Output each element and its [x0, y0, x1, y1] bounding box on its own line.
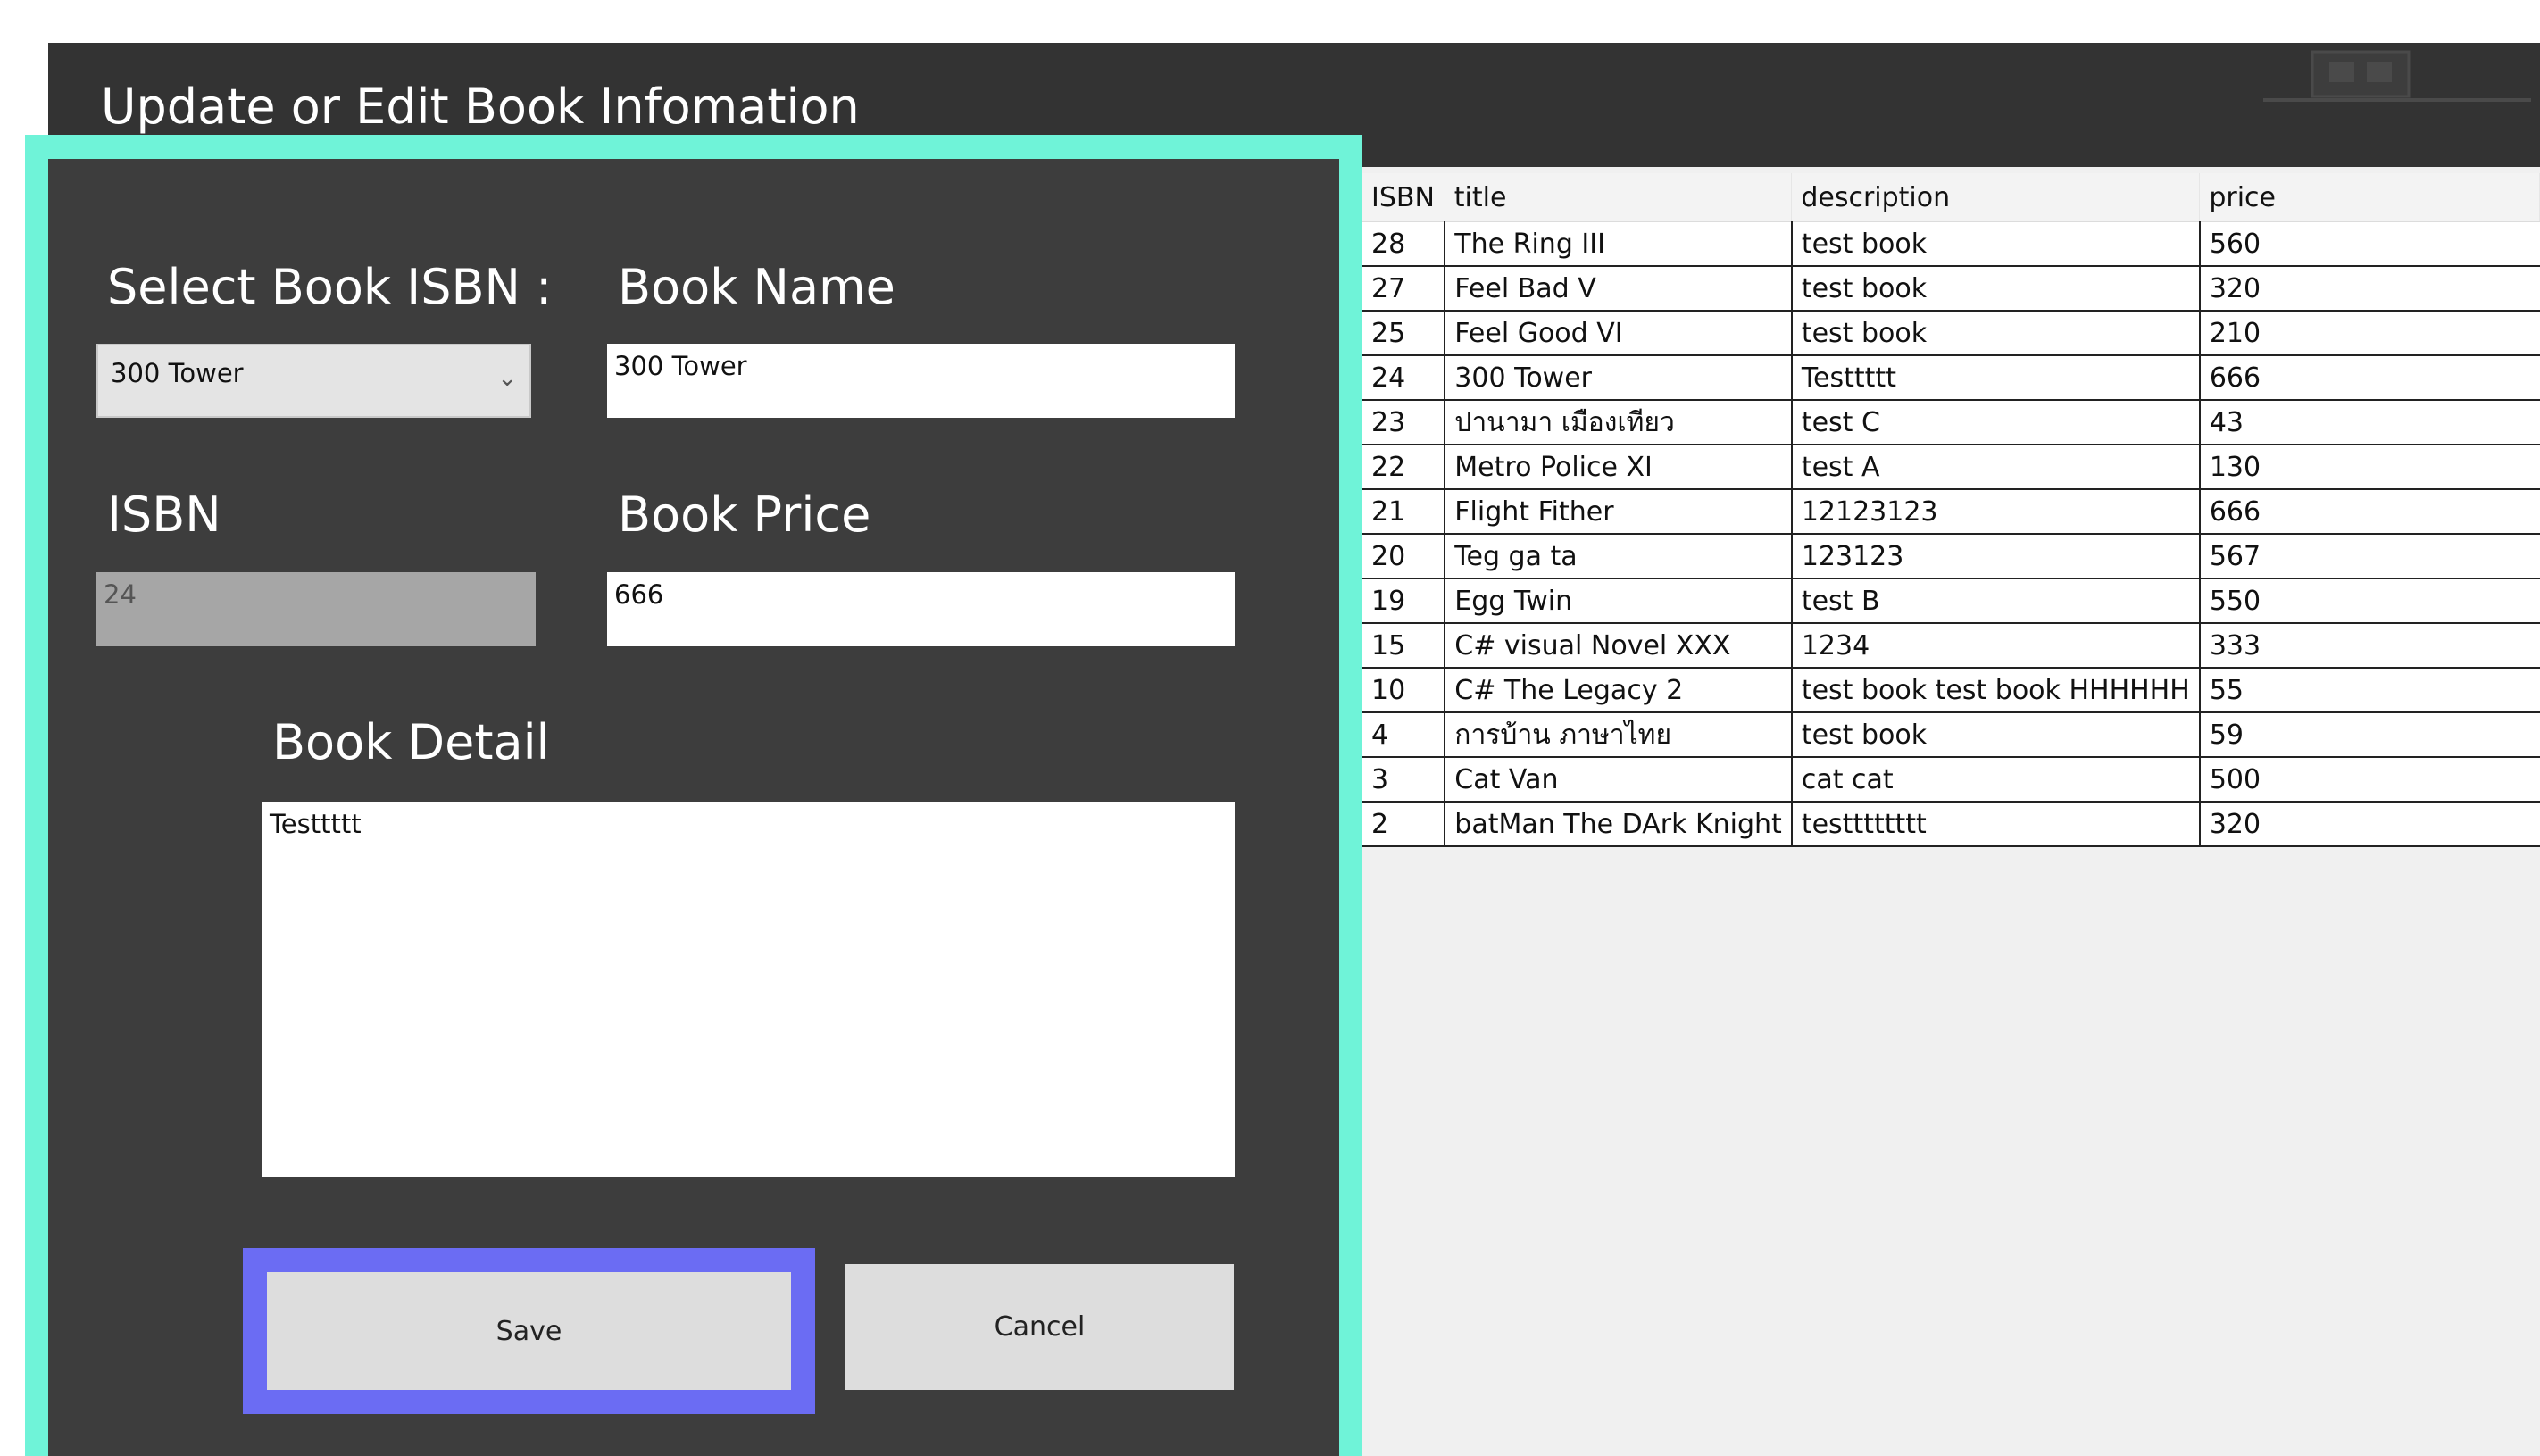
- cell-isbn[interactable]: 2: [1362, 802, 1446, 847]
- cell-description[interactable]: test C: [1791, 400, 2201, 445]
- cell-isbn[interactable]: 27: [1362, 266, 1446, 312]
- cell-title[interactable]: batMan The DArk Knight: [1445, 802, 1793, 847]
- column-header-price[interactable]: price: [2199, 173, 2540, 222]
- cell-isbn[interactable]: 28: [1362, 221, 1446, 267]
- cell-isbn[interactable]: 15: [1362, 623, 1446, 669]
- table-row[interactable]: 27 Feel Bad Vtest book 320: [1362, 266, 2540, 312]
- table-row[interactable]: 28 The Ring III test book 560: [1362, 221, 2540, 267]
- cell-isbn[interactable]: 20: [1362, 534, 1446, 579]
- cell-title[interactable]: Feel Good VI: [1445, 311, 1793, 356]
- cell-isbn[interactable]: 23: [1362, 400, 1446, 445]
- book-name-input[interactable]: 300 Tower: [607, 344, 1235, 418]
- window-title: Update or Edit Book Infomation: [101, 79, 860, 135]
- column-header-description[interactable]: description: [1791, 173, 2201, 222]
- cell-description[interactable]: Testtttt: [1791, 355, 2201, 401]
- cell-description[interactable]: test book: [1791, 311, 2201, 356]
- table-row[interactable]: 21 Flight Fither 12123123 666: [1362, 489, 2540, 535]
- cell-title[interactable]: The Ring III: [1445, 221, 1793, 267]
- cell-price[interactable]: 500: [2199, 757, 2540, 803]
- cell-title[interactable]: Feel Bad V: [1445, 266, 1793, 312]
- cell-title[interactable]: Flight Fither: [1445, 489, 1793, 535]
- cell-description[interactable]: test book test book HHHHHH: [1791, 668, 2201, 713]
- cell-price[interactable]: 59: [2199, 712, 2540, 758]
- table-row[interactable]: 3 Cat Van cat cat 500: [1362, 757, 2540, 803]
- cell-price[interactable]: 333: [2199, 623, 2540, 669]
- cell-price[interactable]: 567: [2199, 534, 2540, 579]
- cell-description[interactable]: test book: [1791, 266, 2201, 312]
- cell-description[interactable]: testttttttt: [1791, 802, 2201, 847]
- book-price-input[interactable]: 666: [607, 572, 1235, 646]
- books-table: ISBN title description price 28 The Ring …: [1362, 173, 2540, 847]
- cell-price[interactable]: 130: [2199, 445, 2540, 490]
- isbn-select[interactable]: 300 Tower ⌄: [96, 344, 531, 418]
- cell-description[interactable]: 12123123: [1791, 489, 2201, 535]
- book-detail-label: Book Detail: [272, 714, 550, 770]
- cell-description[interactable]: cat cat: [1791, 757, 2201, 803]
- cell-isbn[interactable]: 10: [1362, 668, 1446, 713]
- cell-title[interactable]: Cat Van: [1445, 757, 1793, 803]
- cell-description[interactable]: test B: [1791, 578, 2201, 624]
- book-name-label: Book Name: [618, 259, 895, 315]
- cell-isbn[interactable]: 3: [1362, 757, 1446, 803]
- cell-price[interactable]: 666: [2199, 355, 2540, 401]
- table-row[interactable]: 24 300 Tower Testtttt 666: [1362, 355, 2540, 401]
- save-button[interactable]: Save: [267, 1272, 791, 1390]
- table-row[interactable]: 20 Teg ga ta 123123 567: [1362, 534, 2540, 579]
- cell-title[interactable]: Metro Police XI: [1445, 445, 1793, 490]
- cell-description[interactable]: test book: [1791, 712, 2201, 758]
- cell-isbn[interactable]: 24: [1362, 355, 1446, 401]
- column-header-title[interactable]: title: [1445, 173, 1793, 222]
- cell-title[interactable]: การบ้าน ภาษาไทย: [1445, 712, 1793, 758]
- cell-isbn[interactable]: 4: [1362, 712, 1446, 758]
- cell-title[interactable]: Teg ga ta: [1445, 534, 1793, 579]
- isbn-label: ISBN: [107, 487, 221, 543]
- column-header-isbn[interactable]: ISBN: [1362, 173, 1445, 222]
- cell-price[interactable]: 320: [2199, 266, 2540, 312]
- isbn-select-value: 300 Tower: [111, 358, 244, 388]
- cell-description[interactable]: 1234: [1791, 623, 2201, 669]
- table-row[interactable]: 4 การบ้าน ภาษาไทย test book 59: [1362, 712, 2540, 758]
- cell-description[interactable]: test book: [1791, 221, 2201, 267]
- cell-title[interactable]: 300 Tower: [1445, 355, 1793, 401]
- table-row[interactable]: 2 batMan The DArk Knight testttttttt 320: [1362, 802, 2540, 847]
- select-isbn-label: Select Book ISBN :: [107, 259, 553, 315]
- cell-price[interactable]: 210: [2199, 311, 2540, 356]
- chevron-down-icon: ⌄: [497, 365, 517, 392]
- cell-price[interactable]: 55: [2199, 668, 2540, 713]
- cell-price[interactable]: 320: [2199, 802, 2540, 847]
- book-price-label: Book Price: [618, 487, 871, 543]
- cell-description[interactable]: 123123: [1791, 534, 2201, 579]
- cell-title[interactable]: ปานามา เมืองเทียว: [1445, 400, 1793, 445]
- table-row[interactable]: 19 Egg Twin test B 550: [1362, 578, 2540, 624]
- table-row[interactable]: 25 Feel Good VI test book 210: [1362, 311, 2540, 356]
- cell-price[interactable]: 43: [2199, 400, 2540, 445]
- cell-isbn[interactable]: 21: [1362, 489, 1446, 535]
- cell-isbn[interactable]: 19: [1362, 578, 1446, 624]
- cell-title[interactable]: C# The Legacy 2: [1445, 668, 1793, 713]
- table-header-row: ISBN title description price: [1362, 173, 2540, 222]
- cell-isbn[interactable]: 22: [1362, 445, 1446, 490]
- table-row[interactable]: 23 ปานามา เมืองเทียว test C 43: [1362, 400, 2540, 445]
- toolbar-decoration-icon: [2263, 50, 2531, 102]
- cell-title[interactable]: Egg Twin: [1445, 578, 1793, 624]
- cell-price[interactable]: 666: [2199, 489, 2540, 535]
- table-row[interactable]: 10 C# The Legacy 2 test book test book HHH…: [1362, 668, 2540, 713]
- book-detail-textarea[interactable]: Testtttt: [262, 802, 1235, 1177]
- cell-isbn[interactable]: 25: [1362, 311, 1446, 356]
- cell-price[interactable]: 550: [2199, 578, 2540, 624]
- cell-price[interactable]: 560: [2199, 221, 2540, 267]
- isbn-field: 24: [96, 572, 536, 646]
- cancel-button[interactable]: Cancel: [845, 1264, 1234, 1390]
- cell-description[interactable]: test A: [1791, 445, 2201, 490]
- table-row[interactable]: 15 C# visual Novel XXX 1234 333: [1362, 623, 2540, 669]
- cell-title[interactable]: C# visual Novel XXX: [1445, 623, 1793, 669]
- table-row[interactable]: 22 Metro Police XI test A 130: [1362, 445, 2540, 490]
